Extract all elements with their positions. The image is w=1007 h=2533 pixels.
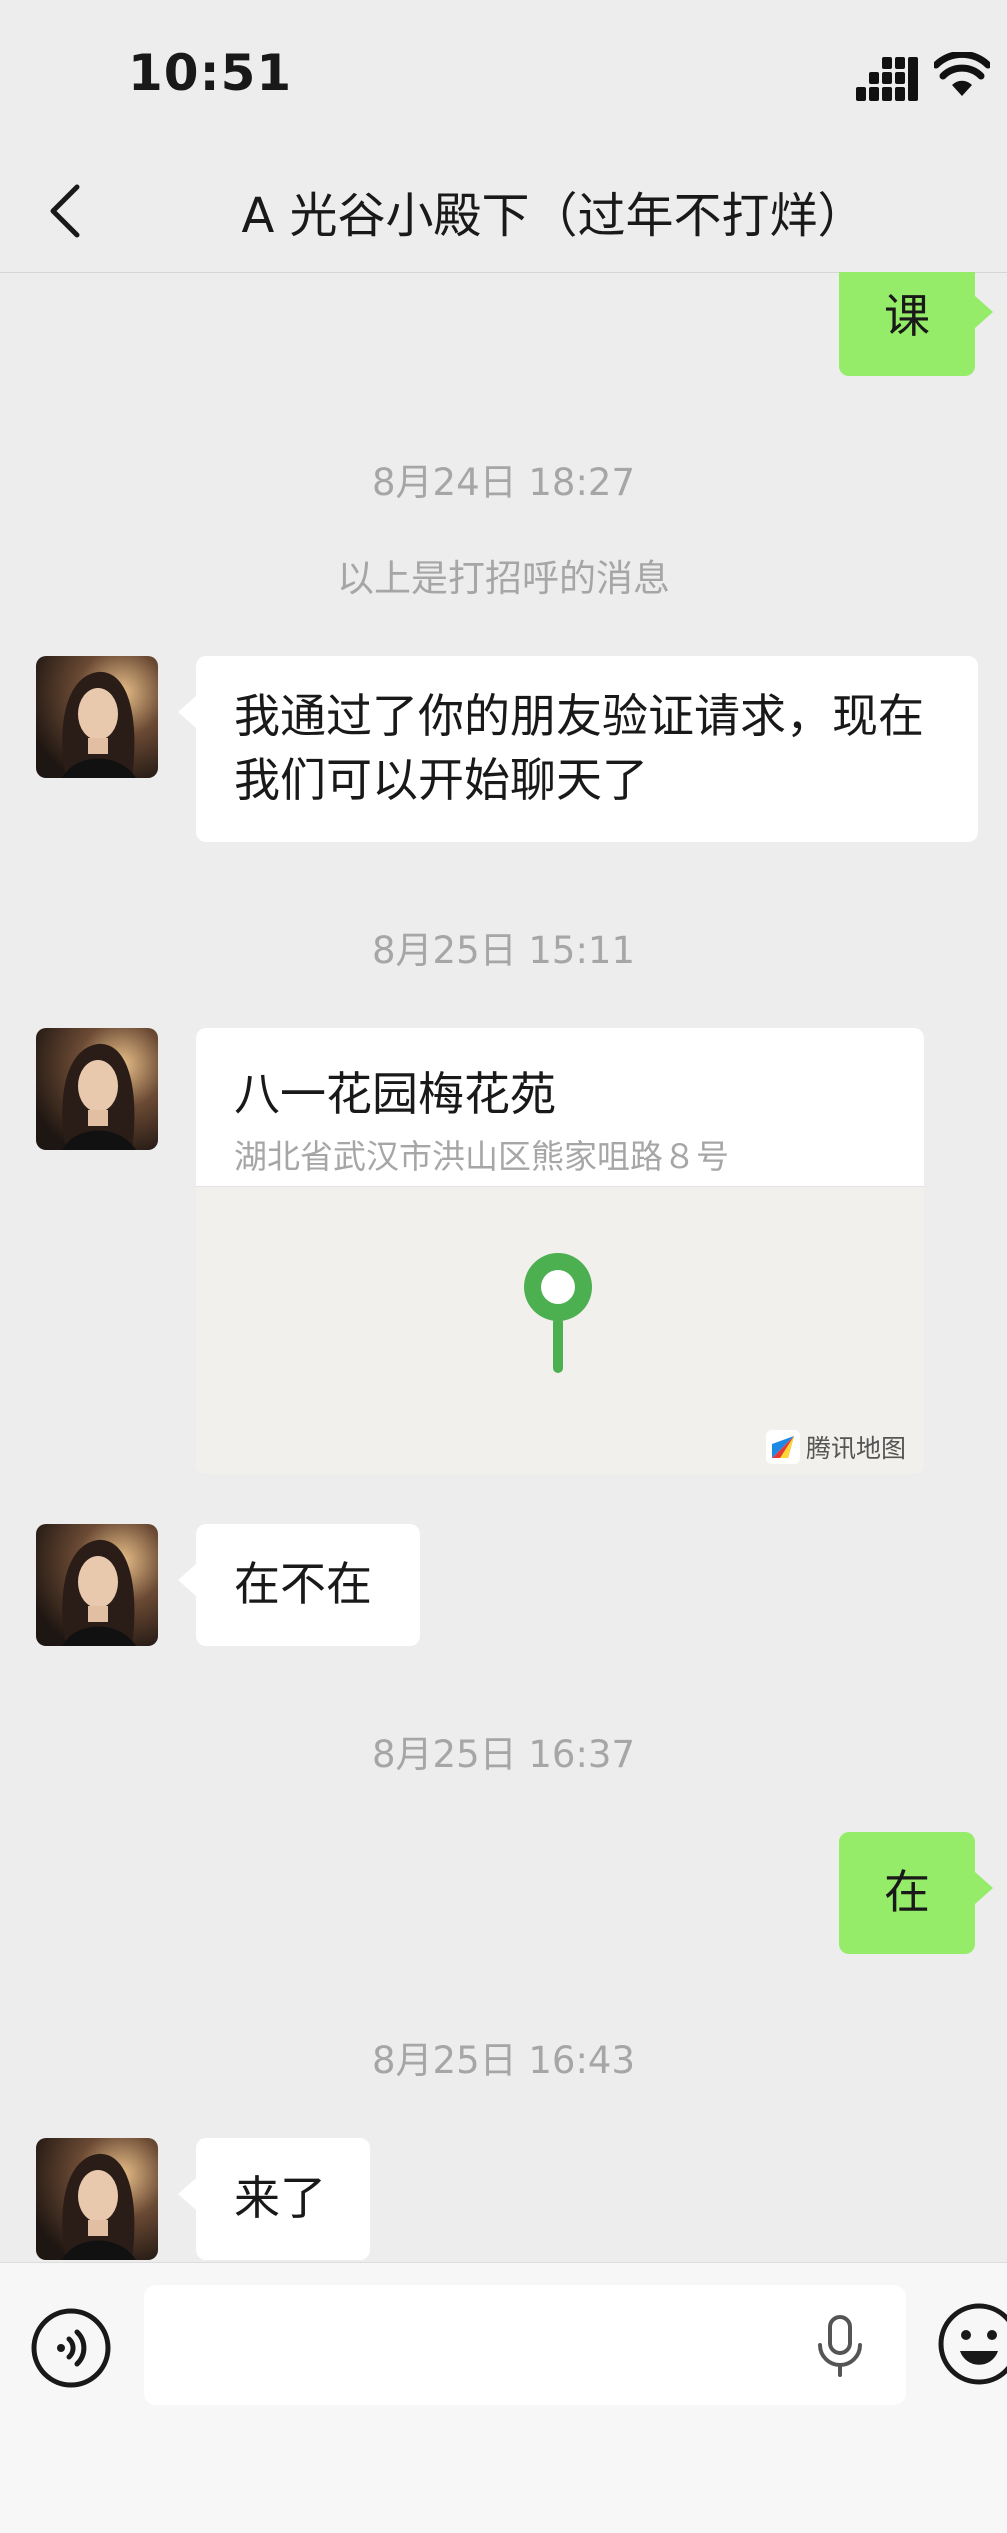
- chevron-left-icon: [50, 184, 80, 238]
- timestamp: 8月25日 16:43: [371, 2039, 635, 2082]
- status-bar: 10:51: [0, 0, 1007, 150]
- voice-button[interactable]: [30, 2307, 112, 2389]
- message-text: 课: [884, 289, 930, 343]
- contact-avatar[interactable]: [36, 656, 158, 778]
- chat-title: A 光谷小殿下（过年不打烊）: [241, 188, 866, 244]
- emoji-icon: [938, 2303, 1007, 2385]
- message-text: 我通过了你的朋友验证请求，现在我们可以开始聊天了: [234, 689, 924, 807]
- timestamp: 8月25日 15:11: [371, 929, 635, 972]
- location-address: 湖北省武汉市洪山区熊家咀路８号: [234, 1137, 729, 1176]
- system-note: 以上是打招呼的消息: [337, 557, 670, 600]
- location-map-preview[interactable]: 腾讯地图: [196, 1186, 924, 1474]
- location-title: 八一花园梅花苑: [234, 1067, 556, 1121]
- location-card[interactable]: 八一花园梅花苑 湖北省武汉市洪山区熊家咀路８号 腾讯地图: [196, 1028, 924, 1474]
- message-text: 在: [884, 1865, 930, 1919]
- received-message-bubble[interactable]: 我通过了你的朋友验证请求，现在我们可以开始聊天了: [178, 656, 978, 842]
- wifi-icon: [934, 52, 990, 96]
- signal-icon: [856, 57, 918, 101]
- chat-messages: 课 8月24日 18:27 以上是打招呼的消息 我通过了你的朋友验证请求，现在我…: [0, 272, 1007, 2262]
- avatar-image: [36, 1524, 158, 1646]
- voice-icon: [31, 2308, 111, 2388]
- contact-avatar[interactable]: [36, 1524, 158, 1646]
- contact-avatar[interactable]: [36, 2138, 158, 2260]
- back-button[interactable]: [30, 172, 100, 250]
- received-message-bubble[interactable]: 来了: [178, 2138, 370, 2260]
- status-time: 10:51: [128, 44, 293, 102]
- emoji-button[interactable]: [936, 2301, 1007, 2387]
- input-bar: [0, 2262, 1007, 2533]
- tencent-map-logo-icon: [765, 1430, 800, 1464]
- avatar-image: [36, 2138, 158, 2260]
- avatar-image: [36, 1028, 158, 1150]
- avatar-image: [36, 656, 158, 778]
- received-message-bubble[interactable]: 在不在: [178, 1524, 420, 1646]
- sent-message-bubble[interactable]: 课: [839, 272, 993, 376]
- map-brand-label: 腾讯地图: [805, 1434, 906, 1463]
- map-pin-icon: [524, 1253, 592, 1373]
- microphone-icon[interactable]: [812, 2313, 868, 2379]
- contact-avatar[interactable]: [36, 1028, 158, 1150]
- timestamp: 8月24日 18:27: [371, 461, 635, 504]
- message-text: 来了: [234, 2171, 326, 2225]
- sent-message-bubble[interactable]: 在: [839, 1832, 993, 1954]
- message-text: 在不在: [234, 1557, 372, 1611]
- message-input[interactable]: [144, 2285, 906, 2405]
- map-brand: 腾讯地图: [765, 1429, 906, 1465]
- nav-bar: A 光谷小殿下（过年不打烊）: [0, 150, 1007, 273]
- timestamp: 8月25日 16:37: [371, 1733, 635, 1776]
